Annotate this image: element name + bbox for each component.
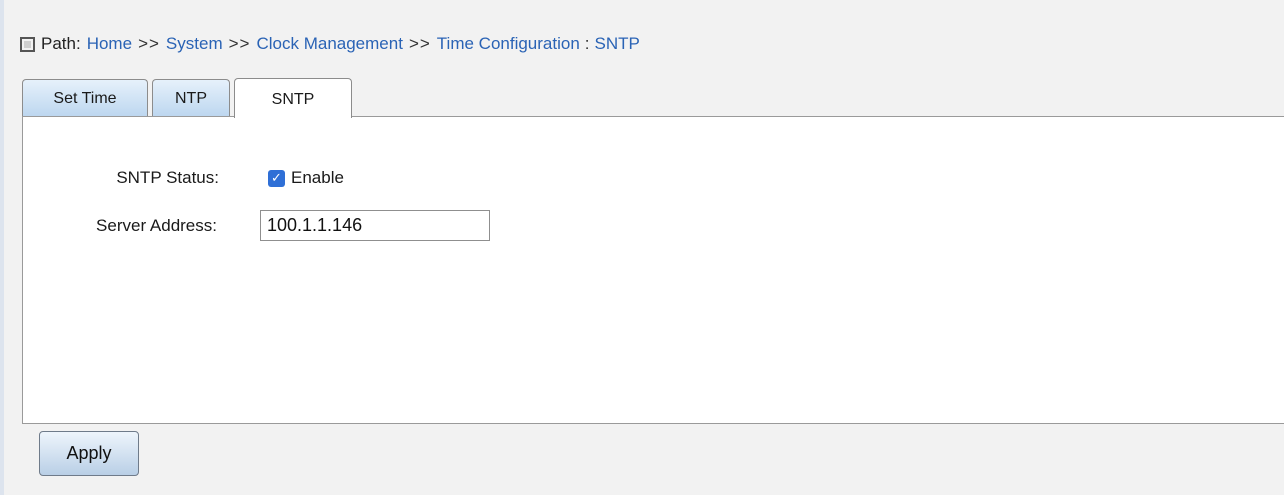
sntp-config-page: Path: Home >> System >> Clock Management… (0, 0, 1284, 495)
breadcrumb: Path: Home >> System >> Clock Management… (20, 32, 640, 56)
breadcrumb-system-link[interactable]: System (166, 34, 223, 54)
breadcrumb-current-sntp: SNTP (594, 34, 640, 53)
breadcrumb-colon: : (584, 34, 590, 53)
server-address-input[interactable] (260, 210, 490, 241)
breadcrumb-separator: >> (408, 34, 431, 53)
tab-bar: Set Time NTP SNTP (22, 77, 356, 118)
tab-ntp[interactable]: NTP (152, 79, 230, 117)
path-square-icon (20, 36, 35, 52)
sntp-enable-label: Enable (291, 168, 344, 187)
server-address-row: Server Address: (23, 210, 503, 241)
path-label: Path: (41, 34, 81, 53)
sntp-status-label: SNTP Status: (116, 168, 219, 187)
tab-set-time[interactable]: Set Time (22, 79, 148, 117)
sntp-settings-panel: SNTP Status: ✓ Enable Server Address: (22, 116, 1284, 424)
tab-sntp[interactable]: SNTP (234, 78, 352, 118)
sntp-enable-checkbox[interactable]: ✓ (268, 169, 285, 187)
breadcrumb-time-configuration-link[interactable]: Time Configuration (437, 34, 580, 54)
breadcrumb-separator: >> (138, 34, 160, 53)
sntp-enable-option: ✓ Enable (268, 168, 344, 188)
sntp-status-row: SNTP Status: ✓ Enable (23, 168, 423, 188)
left-frame-edge (0, 0, 4, 495)
breadcrumb-clock-management-link[interactable]: Clock Management (256, 34, 402, 54)
apply-button[interactable]: Apply (39, 431, 139, 476)
server-address-label: Server Address: (96, 215, 217, 235)
breadcrumb-home-link[interactable]: Home (87, 34, 132, 54)
breadcrumb-separator: >> (228, 34, 251, 53)
